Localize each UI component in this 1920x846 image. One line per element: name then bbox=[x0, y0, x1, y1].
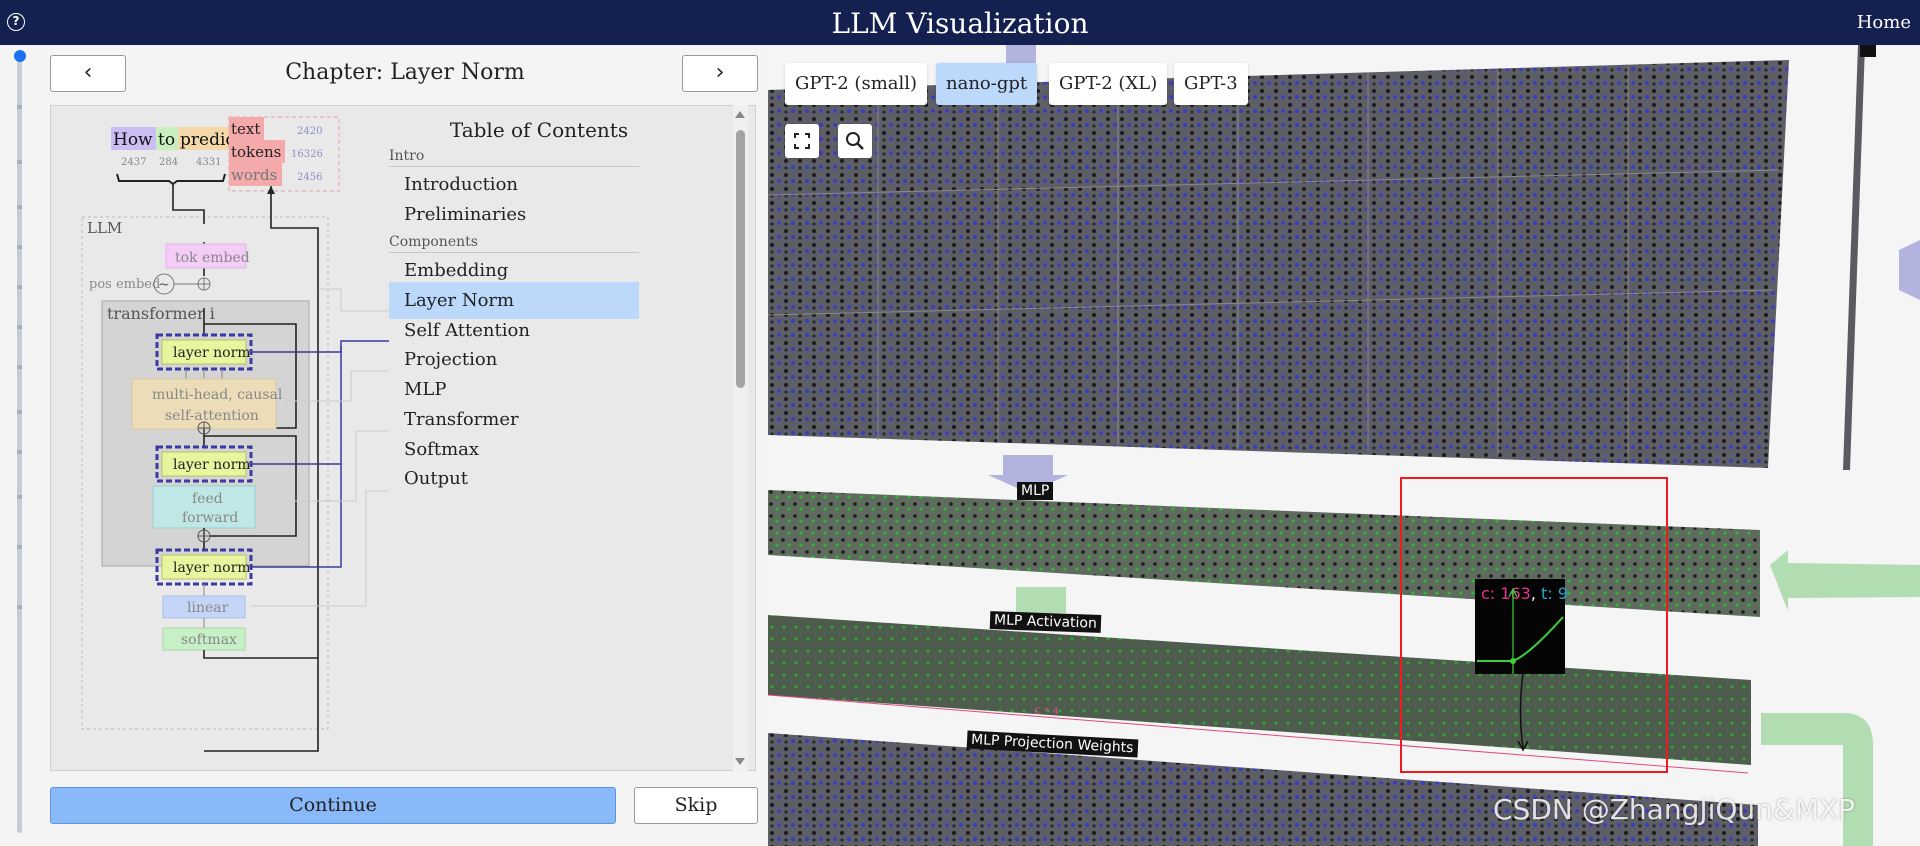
chapter-panel: ‹ Chapter: Layer Norm › How to predict 2… bbox=[40, 45, 768, 846]
flow-arrow-green bbox=[1770, 550, 1920, 611]
progress-tick[interactable] bbox=[17, 325, 22, 329]
weight-block-top bbox=[768, 60, 1789, 468]
legend-num: 2456 bbox=[297, 172, 322, 183]
layer-norm-label: layer norm bbox=[173, 560, 251, 576]
toc-section-components: Components bbox=[389, 234, 639, 253]
layer-norm-label: layer norm bbox=[173, 457, 251, 473]
flow-arrow-green-bend bbox=[1761, 713, 1873, 846]
c4-label: C * 4 bbox=[1034, 706, 1059, 717]
tok-embed-label: tok embed bbox=[175, 250, 250, 266]
arrow-head bbox=[267, 186, 275, 194]
progress-current-dot[interactable] bbox=[14, 50, 26, 62]
progress-tick[interactable] bbox=[17, 495, 22, 499]
progress-tick[interactable] bbox=[17, 245, 22, 249]
ff-label-1: feed bbox=[192, 491, 223, 507]
model-gpt3-button[interactable]: GPT-3 bbox=[1174, 63, 1248, 105]
chevron-left-icon: ‹ bbox=[83, 60, 93, 85]
curve-arrow-icon bbox=[1517, 673, 1529, 752]
legend-words: words bbox=[231, 166, 277, 184]
progress-tick[interactable] bbox=[17, 160, 22, 164]
progress-track bbox=[17, 53, 22, 833]
search-icon bbox=[846, 132, 864, 150]
side-bar bbox=[1843, 45, 1865, 470]
scroll-thumb[interactable] bbox=[736, 130, 745, 388]
progress-tick[interactable] bbox=[17, 410, 22, 414]
legend-text: text bbox=[231, 120, 260, 138]
llm-label: LLM bbox=[87, 219, 122, 237]
softmax-label: softmax bbox=[181, 632, 237, 648]
progress-tick[interactable] bbox=[17, 450, 22, 454]
app-title: LLM Visualization bbox=[831, 7, 1089, 40]
watermark: CSDN @ZhangJiQun&MXP bbox=[1493, 793, 1855, 826]
linear-label: linear bbox=[187, 600, 229, 616]
attention-label-1: multi-head, causal bbox=[152, 387, 283, 403]
chevron-right-icon: › bbox=[715, 60, 725, 85]
scroll-up-icon[interactable] bbox=[735, 111, 745, 118]
top-bar: ? LLM Visualization Home bbox=[0, 0, 1920, 45]
home-link[interactable]: Home bbox=[1857, 12, 1911, 33]
layer-norm-label: layer norm bbox=[173, 345, 251, 361]
search-button[interactable] bbox=[838, 124, 872, 158]
model-gpt2-small-button[interactable]: GPT-2 (small) bbox=[785, 63, 928, 105]
progress-tick[interactable] bbox=[17, 285, 22, 289]
prev-chapter-button[interactable]: ‹ bbox=[50, 55, 126, 92]
progress-tick[interactable] bbox=[17, 105, 22, 109]
legend-tokens: tokens bbox=[231, 143, 281, 161]
progress-tick[interactable] bbox=[17, 365, 22, 369]
chapter-progress-rail[interactable] bbox=[0, 45, 40, 846]
token-to: to bbox=[158, 130, 175, 150]
flow-line bbox=[203, 650, 318, 659]
progress-tick[interactable] bbox=[17, 205, 22, 209]
continue-button[interactable]: Continue bbox=[50, 787, 616, 824]
model-3d-view bbox=[768, 45, 1920, 846]
side-marker bbox=[1860, 45, 1876, 57]
chapter-content: How to predict 2437 284 4331 text tokens… bbox=[50, 105, 756, 771]
cell-tooltip: c: 163, t: 9 bbox=[1475, 579, 1568, 674]
token-how: How bbox=[113, 130, 153, 150]
mlp-activation-label: MLP Activation bbox=[989, 611, 1102, 633]
progress-tick[interactable] bbox=[17, 545, 22, 549]
skip-button[interactable]: Skip bbox=[634, 787, 758, 824]
transformer-label: transformer i bbox=[107, 304, 215, 323]
activation-curve-icon bbox=[1477, 587, 1564, 674]
activation-arrow bbox=[1016, 587, 1066, 613]
toc-connector-faint bbox=[319, 288, 389, 312]
content-scrollbar[interactable] bbox=[733, 105, 748, 771]
scroll-down-icon[interactable] bbox=[735, 758, 745, 765]
legend-num: 2420 bbox=[297, 126, 322, 137]
token-brace bbox=[116, 173, 226, 186]
flow-arrow bbox=[1006, 45, 1036, 63]
toc-title: Table of Contents bbox=[449, 118, 629, 142]
fullscreen-icon bbox=[794, 133, 810, 149]
toc-item-output[interactable]: Output bbox=[389, 460, 639, 497]
expand-button[interactable] bbox=[785, 124, 819, 158]
pos-embed-label: pos embed bbox=[89, 277, 160, 292]
tilde-glyph: ~ bbox=[158, 277, 170, 293]
mlp-label: MLP bbox=[1017, 482, 1054, 500]
attention-label-2: self-attention bbox=[165, 408, 259, 424]
model-nano-gpt-button[interactable]: nano-gpt bbox=[936, 63, 1038, 105]
flow-arrow-right bbox=[1899, 240, 1920, 300]
toc-section-intro: Intro bbox=[389, 148, 639, 167]
ff-label-2: forward bbox=[182, 510, 238, 526]
progress-tick[interactable] bbox=[17, 605, 22, 609]
token-id: 4331 bbox=[196, 157, 221, 168]
next-chapter-button[interactable]: › bbox=[682, 55, 758, 92]
toc-item-preliminaries[interactable]: Preliminaries bbox=[389, 196, 639, 233]
token-id: 284 bbox=[159, 157, 178, 168]
model-gpt2-xl-button[interactable]: GPT-2 (XL) bbox=[1049, 63, 1168, 105]
token-id: 2437 bbox=[121, 157, 146, 168]
chapter-title: Chapter: Layer Norm bbox=[285, 60, 525, 85]
legend-num: 16326 bbox=[291, 149, 323, 160]
visualization-canvas[interactable]: GPT-2 (small) nano-gpt GPT-2 (XL) GPT-3 … bbox=[768, 45, 1920, 846]
flow-line bbox=[172, 184, 205, 224]
